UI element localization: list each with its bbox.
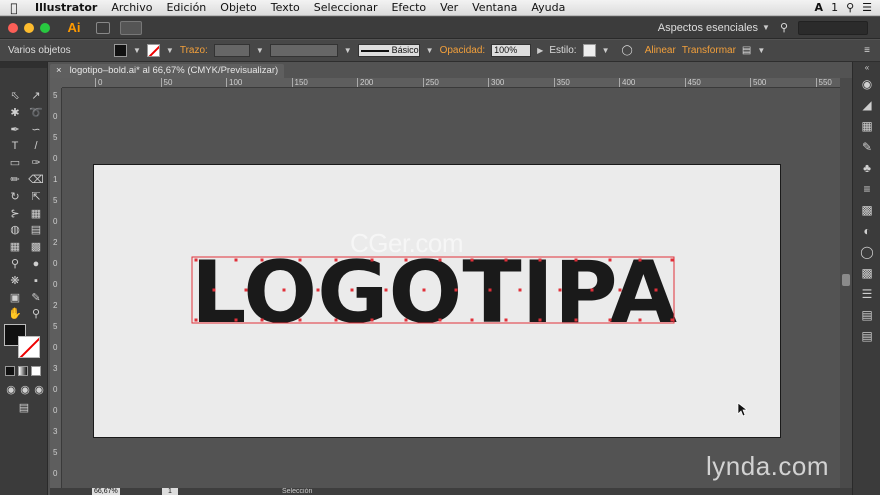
gradient-panel-icon[interactable]: ▩ — [853, 200, 880, 221]
graphic-styles-icon[interactable]: ▩ — [853, 263, 880, 284]
color-guide-icon[interactable]: ◢ — [853, 95, 880, 116]
anchor-point[interactable] — [244, 288, 248, 292]
anchor-point[interactable] — [350, 288, 354, 292]
transparency-panel-icon[interactable]: ◐ — [853, 221, 880, 242]
current-tool-label: Selección — [282, 488, 313, 495]
anchor-point[interactable] — [404, 318, 408, 322]
lynda-watermark: lynda.com — [706, 451, 829, 481]
collapse-panels-icon[interactable]: « — [853, 62, 880, 74]
anchor-point[interactable] — [212, 288, 216, 292]
symbols-icon[interactable]: ♣ — [853, 158, 880, 179]
anchor-point[interactable] — [422, 288, 426, 292]
zoom-level[interactable]: 66,67% — [92, 488, 120, 495]
anchor-point[interactable] — [558, 288, 562, 292]
anchor-point[interactable] — [454, 288, 458, 292]
anchor-point[interactable] — [194, 258, 198, 262]
anchor-point[interactable] — [282, 288, 286, 292]
anchor-point[interactable] — [654, 288, 658, 292]
mouse-cursor-icon — [737, 402, 747, 417]
anchor-point[interactable] — [618, 288, 622, 292]
anchor-point[interactable] — [518, 288, 522, 292]
stroke-panel-icon[interactable]: ≡ — [853, 179, 880, 200]
anchor-point[interactable] — [670, 258, 674, 262]
anchor-point[interactable] — [574, 318, 578, 322]
anchor-point[interactable] — [538, 258, 542, 262]
anchor-point[interactable] — [384, 288, 388, 292]
anchor-point[interactable] — [608, 318, 612, 322]
anchor-point[interactable] — [334, 318, 338, 322]
anchor-point[interactable] — [194, 318, 198, 322]
anchor-point[interactable] — [316, 288, 320, 292]
anchor-point[interactable] — [370, 318, 374, 322]
appearance-panel-icon[interactable]: ◯ — [853, 242, 880, 263]
anchor-point[interactable] — [504, 318, 508, 322]
anchor-point[interactable] — [260, 258, 264, 262]
anchor-point[interactable] — [590, 288, 594, 292]
anchor-point[interactable] — [298, 318, 302, 322]
anchor-point[interactable] — [234, 318, 238, 322]
anchor-point[interactable] — [538, 318, 542, 322]
status-bar: 66,67% 1 Selección — [50, 488, 852, 495]
anchor-point[interactable] — [608, 258, 612, 262]
anchor-point[interactable] — [438, 318, 442, 322]
swatches-icon[interactable]: ▦ — [853, 116, 880, 137]
anchor-point[interactable] — [670, 318, 674, 322]
anchor-point[interactable] — [574, 258, 578, 262]
anchor-point[interactable] — [260, 318, 264, 322]
panel-dock: « ◉ ◢ ▦ ✎ ♣ ≡ ▩ ◐ ◯ ▩ ☰ ▤ ▤ — [852, 62, 880, 495]
anchor-point[interactable] — [638, 258, 642, 262]
anchor-point[interactable] — [638, 318, 642, 322]
layers-panel-icon[interactable]: ☰ — [853, 284, 880, 305]
artboard-number[interactable]: 1 — [162, 488, 178, 495]
scrollbar-thumb[interactable] — [842, 274, 850, 286]
brushes-icon[interactable]: ✎ — [853, 137, 880, 158]
anchor-point[interactable] — [334, 258, 338, 262]
anchor-point[interactable] — [234, 258, 238, 262]
color-panel-icon[interactable]: ◉ — [853, 74, 880, 95]
anchor-point[interactable] — [298, 258, 302, 262]
anchor-point[interactable] — [504, 258, 508, 262]
align-panel-icon[interactable]: ▤ — [853, 326, 880, 347]
anchor-point[interactable] — [488, 288, 492, 292]
anchor-point[interactable] — [470, 318, 474, 322]
cger-watermark: CGer.com — [350, 228, 464, 258]
artboards-panel-icon[interactable]: ▤ — [853, 305, 880, 326]
vertical-scrollbar[interactable] — [840, 78, 852, 488]
anchor-point[interactable] — [470, 258, 474, 262]
